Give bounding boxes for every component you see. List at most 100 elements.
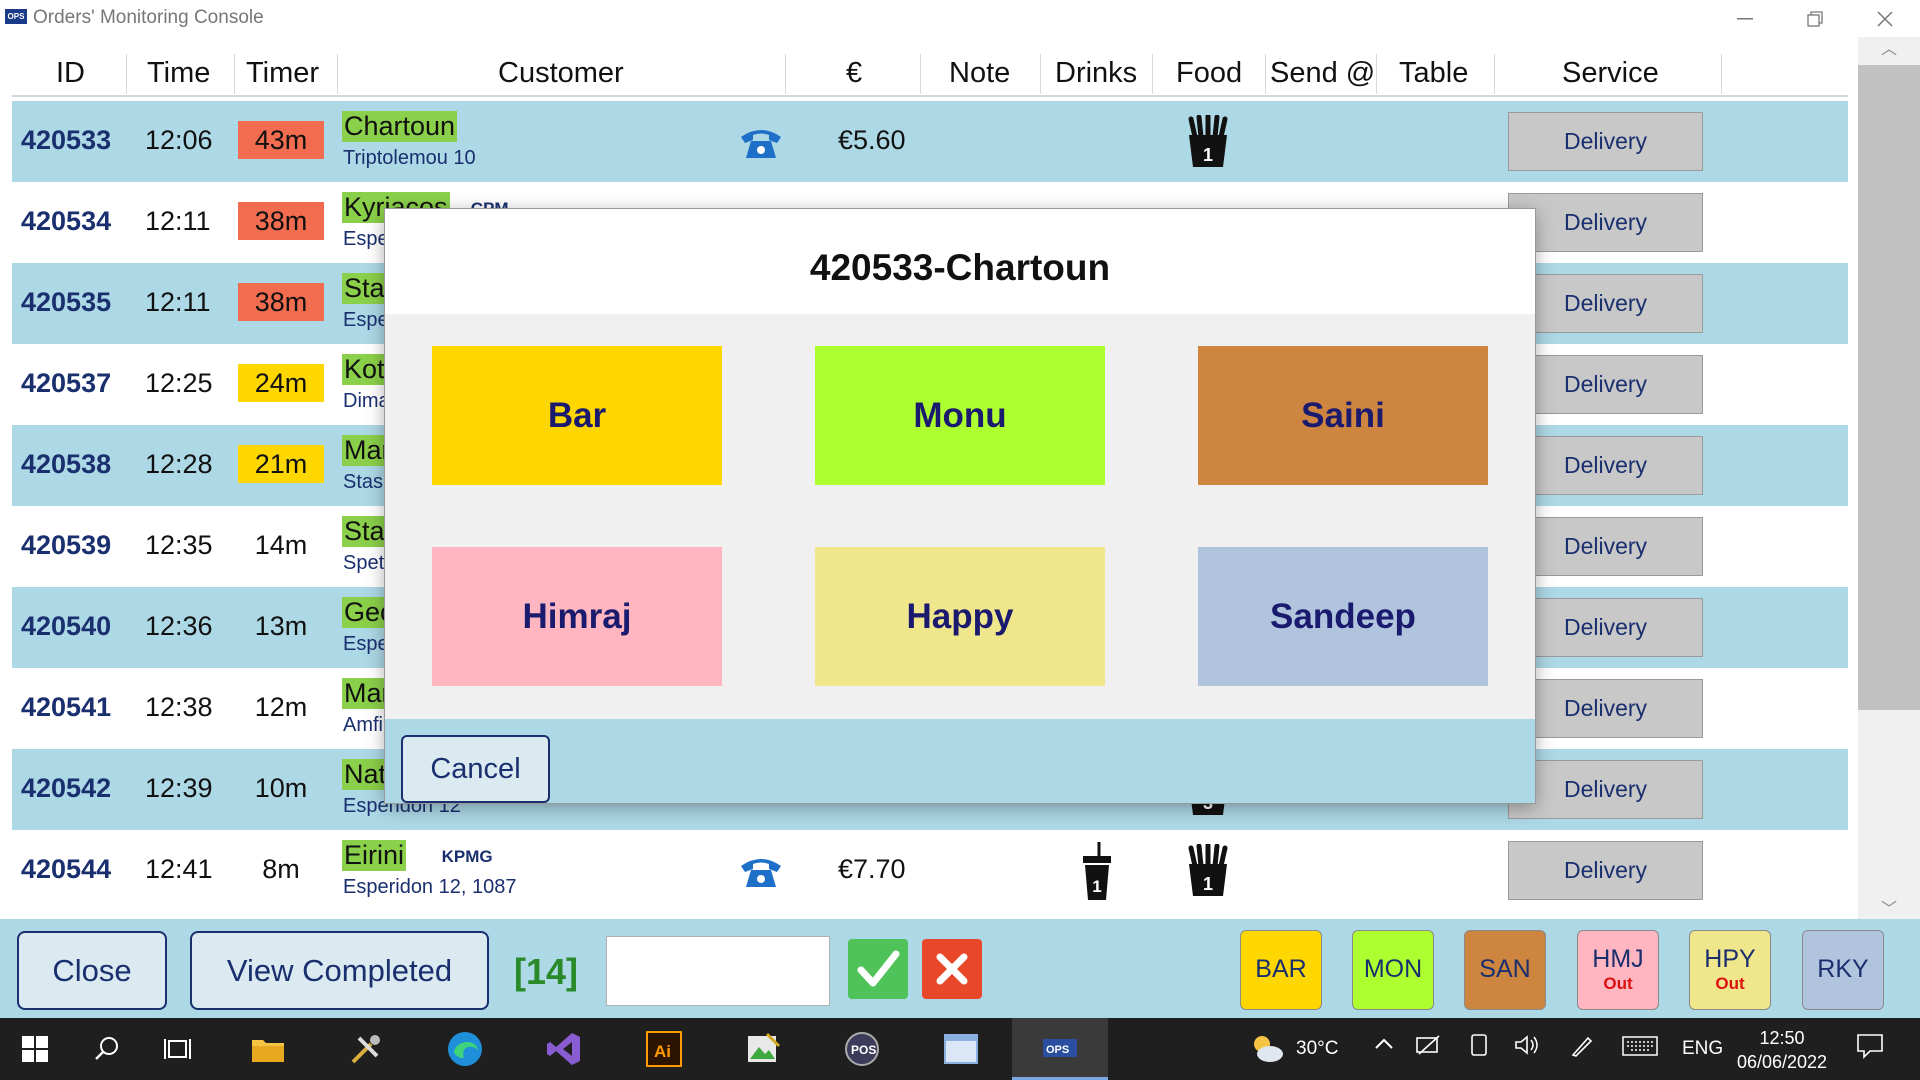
customer-address: Triptolemou 10 xyxy=(343,147,476,169)
order-time: 12:25 xyxy=(145,368,213,398)
service-delivery-button[interactable]: Delivery xyxy=(1508,760,1703,819)
close-icon xyxy=(1877,10,1893,27)
restore-button[interactable] xyxy=(1780,0,1850,37)
view-completed-button[interactable]: View Completed xyxy=(190,931,489,1010)
col-header-drinks[interactable]: Drinks xyxy=(1055,57,1137,90)
search-taskbar-button[interactable] xyxy=(86,1028,128,1070)
service-delivery-button[interactable]: Delivery xyxy=(1508,679,1703,738)
ops-app-active[interactable]: OPS xyxy=(1012,1018,1108,1080)
col-header-amount[interactable]: € xyxy=(846,57,862,90)
order-amount: €5.60 xyxy=(838,125,906,155)
window-app[interactable] xyxy=(940,1028,982,1070)
close-window-button[interactable] xyxy=(1850,0,1920,37)
search-input[interactable] xyxy=(606,936,830,1006)
svg-text:POS: POS xyxy=(851,1043,876,1057)
col-header-note[interactable]: Note xyxy=(949,57,1010,90)
image-editor-app[interactable] xyxy=(742,1028,784,1070)
close-button[interactable]: Close xyxy=(17,931,167,1010)
search-icon xyxy=(95,1037,118,1060)
staff-option-monu[interactable]: Monu xyxy=(815,346,1105,485)
service-delivery-button[interactable]: Delivery xyxy=(1508,436,1703,495)
staff-button-san[interactable]: SAN xyxy=(1464,930,1546,1010)
order-time: 12:35 xyxy=(145,530,213,560)
pos-icon: POS xyxy=(845,1032,879,1066)
staff-button-hpy[interactable]: HPY Out xyxy=(1689,930,1771,1010)
keyboard-icon[interactable] xyxy=(1622,1036,1658,1062)
staff-option-saini[interactable]: Saini xyxy=(1198,346,1488,485)
pos-app[interactable]: POS xyxy=(841,1028,883,1070)
order-count: [14] xyxy=(514,951,579,992)
col-header-timer[interactable]: Timer xyxy=(246,57,319,90)
window-title: Orders' Monitoring Console xyxy=(33,7,264,28)
clear-button[interactable] xyxy=(922,939,982,999)
tools-app[interactable] xyxy=(345,1028,387,1070)
col-header-send[interactable]: Send @ xyxy=(1270,57,1375,90)
confirm-button[interactable] xyxy=(848,939,908,999)
order-id: 420538 xyxy=(21,449,112,479)
vertical-scrollbar[interactable]: ︿ ﹀ xyxy=(1858,37,1920,923)
minimize-button[interactable] xyxy=(1710,0,1780,37)
order-timer: 13m xyxy=(254,611,308,641)
col-header-service[interactable]: Service xyxy=(1562,57,1659,90)
task-view-button[interactable] xyxy=(157,1028,199,1070)
staff-button-mon[interactable]: MON xyxy=(1352,930,1434,1010)
visual-studio-app[interactable] xyxy=(543,1028,585,1070)
svg-text:1: 1 xyxy=(1203,145,1213,165)
illustrator-icon: Ai xyxy=(646,1031,682,1067)
col-header-food[interactable]: Food xyxy=(1176,57,1242,90)
col-header-id[interactable]: ID xyxy=(56,57,85,90)
col-header-customer[interactable]: Customer xyxy=(498,57,624,90)
svg-text:OPS: OPS xyxy=(1046,1044,1069,1056)
bottom-toolbar: Close View Completed [14] BAR MON SAN HMJ Ou… xyxy=(0,919,1920,1018)
battery-icon[interactable] xyxy=(1468,1032,1490,1064)
table-row[interactable]: 420544 12:41 8m Eirini KPMG Esperidon 12, 108… xyxy=(12,830,1848,911)
table-row[interactable]: 420533 12:06 43m Chartoun Triptolemou 10 €5.6… xyxy=(12,101,1848,182)
staff-button-bar[interactable]: BAR xyxy=(1240,930,1322,1010)
file-explorer-app[interactable] xyxy=(247,1028,289,1070)
clock-date: 06/06/2022 xyxy=(1736,1052,1828,1072)
clock[interactable]: 12:50 06/06/2022 xyxy=(1732,1026,1832,1074)
staff-button-rky[interactable]: RKY xyxy=(1802,930,1884,1010)
service-delivery-button[interactable]: Delivery xyxy=(1508,274,1703,333)
staff-option-sandeep[interactable]: Sandeep xyxy=(1198,547,1488,686)
scroll-up-icon[interactable]: ︿ xyxy=(1858,37,1920,63)
drink-cup-icon: 1 xyxy=(1077,842,1117,902)
customer-address: Amfi xyxy=(343,714,383,736)
order-id: 420533 xyxy=(21,125,112,155)
fries-icon: 1 xyxy=(1185,842,1231,898)
service-delivery-button[interactable]: Delivery xyxy=(1508,355,1703,414)
chevron-up-icon[interactable] xyxy=(1374,1034,1394,1056)
pen-icon[interactable] xyxy=(1570,1034,1594,1064)
customer-company-tag: KPMG xyxy=(441,847,493,866)
assign-dialog: 420533-Chartoun Bar Monu Saini Himraj Happy S… xyxy=(385,209,1535,803)
volume-icon[interactable] xyxy=(1514,1034,1540,1062)
notifications-icon[interactable] xyxy=(1856,1032,1884,1066)
input-language[interactable]: ENG xyxy=(1682,1038,1723,1060)
staff-button-hmj[interactable]: HMJ Out xyxy=(1577,930,1659,1010)
staff-code: RKY xyxy=(1817,955,1869,983)
staff-option-himraj[interactable]: Himraj xyxy=(432,547,722,686)
service-delivery-button[interactable]: Delivery xyxy=(1508,517,1703,576)
start-button[interactable] xyxy=(14,1028,56,1070)
service-delivery-button[interactable]: Delivery xyxy=(1508,112,1703,171)
edge-browser-app[interactable] xyxy=(444,1028,486,1070)
service-delivery-button[interactable]: Delivery xyxy=(1508,598,1703,657)
network-icon[interactable] xyxy=(1416,1034,1442,1062)
staff-option-happy[interactable]: Happy xyxy=(815,547,1105,686)
weather-temp[interactable]: 30°C xyxy=(1296,1038,1338,1060)
restore-icon xyxy=(1807,10,1823,27)
dialog-header: 420533-Chartoun xyxy=(385,209,1535,314)
order-time: 12:38 xyxy=(145,692,213,722)
tools-icon xyxy=(351,1035,380,1064)
windows-taskbar: Ai POS OPS 30°C ENG 12:50 06/06/2022 xyxy=(0,1018,1920,1080)
col-header-table[interactable]: Table xyxy=(1399,57,1468,90)
cancel-button[interactable]: Cancel xyxy=(401,735,550,803)
scrollbar-thumb[interactable] xyxy=(1858,65,1920,710)
illustrator-app[interactable]: Ai xyxy=(643,1028,685,1070)
col-header-time[interactable]: Time xyxy=(147,57,210,90)
service-delivery-button[interactable]: Delivery xyxy=(1508,841,1703,900)
order-timer: 12m xyxy=(254,692,308,722)
staff-option-bar[interactable]: Bar xyxy=(432,346,722,485)
service-delivery-button[interactable]: Delivery xyxy=(1508,193,1703,252)
weather-icon[interactable] xyxy=(1250,1034,1284,1064)
